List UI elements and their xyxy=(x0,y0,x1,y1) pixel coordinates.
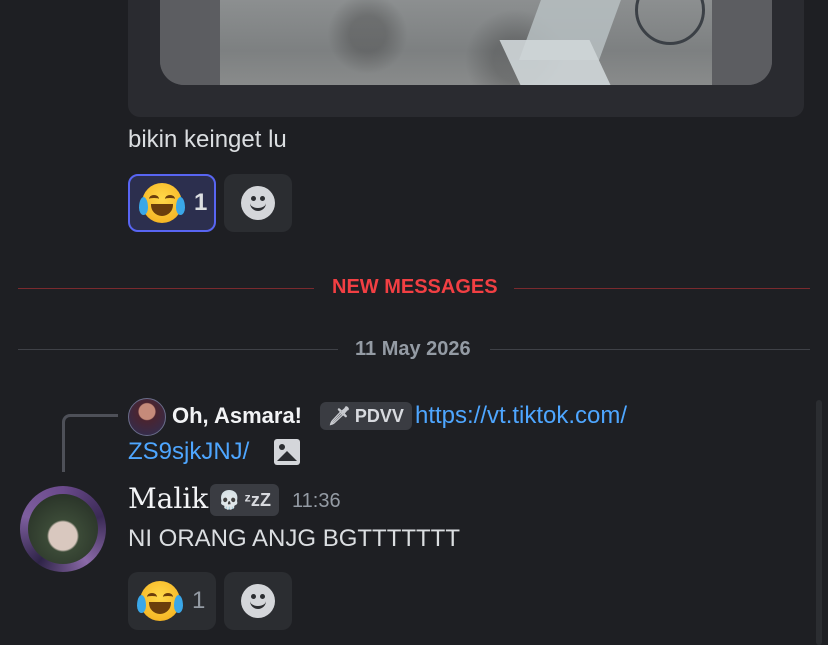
add-reaction-button[interactable] xyxy=(224,572,292,630)
date-divider-label: 11 May 2026 xyxy=(355,338,471,360)
reply-link-line2[interactable]: ZS9sjkJNJ/ xyxy=(128,438,249,466)
reply-tag-text: PDVV xyxy=(354,405,404,426)
reply-server-tag[interactable]: 🗡 PDVV xyxy=(320,402,412,430)
reply-connector xyxy=(62,414,118,472)
scrollbar[interactable] xyxy=(816,400,822,645)
message-author[interactable]: Malik xyxy=(128,482,208,515)
message-text: NI ORANG ANJG BGTTTTTTT xyxy=(128,525,460,552)
author-tag-suffix: Z xyxy=(259,489,271,510)
date-divider-line-left xyxy=(18,349,338,350)
skull-icon: 💀 xyxy=(218,489,241,510)
embed-image[interactable] xyxy=(160,0,772,85)
embed-photo xyxy=(220,0,712,85)
embed-image-blur-right xyxy=(712,0,772,85)
add-reaction-smiley-icon xyxy=(241,186,275,220)
author-tag-text: ᶻz xyxy=(244,489,260,510)
reaction-count: 1 xyxy=(192,587,206,614)
embed-image-blur-left xyxy=(160,0,220,85)
photo-wheel xyxy=(635,0,705,45)
avatar[interactable] xyxy=(20,486,106,572)
author-server-tag[interactable]: 💀 ᶻz Z xyxy=(210,484,279,516)
add-reaction-smiley-icon xyxy=(241,584,275,618)
reaction-laugh[interactable]: 1 xyxy=(128,174,216,232)
new-messages-label: NEW MESSAGES xyxy=(332,276,498,298)
reaction-count: 1 xyxy=(194,189,208,216)
sword-icon: 🗡 xyxy=(328,405,351,426)
add-reaction-button[interactable] xyxy=(224,174,292,232)
message-timestamp: 11:36 xyxy=(292,490,341,512)
date-divider-line-right xyxy=(490,349,810,350)
reply-link-line1[interactable]: https://vt.tiktok.com/ xyxy=(415,402,627,430)
laughing-tears-emoji-icon xyxy=(137,581,183,621)
reaction-laugh[interactable]: 1 xyxy=(128,572,216,630)
reply-avatar[interactable] xyxy=(128,398,166,436)
laughing-tears-emoji-icon xyxy=(139,183,185,223)
message-text: bikin keinget lu xyxy=(128,126,287,153)
image-icon xyxy=(274,439,300,465)
new-messages-line-right xyxy=(514,288,810,289)
reply-author[interactable]: Oh, Asmara! xyxy=(172,403,302,429)
avatar-image xyxy=(28,494,98,564)
new-messages-line-left xyxy=(18,288,314,289)
